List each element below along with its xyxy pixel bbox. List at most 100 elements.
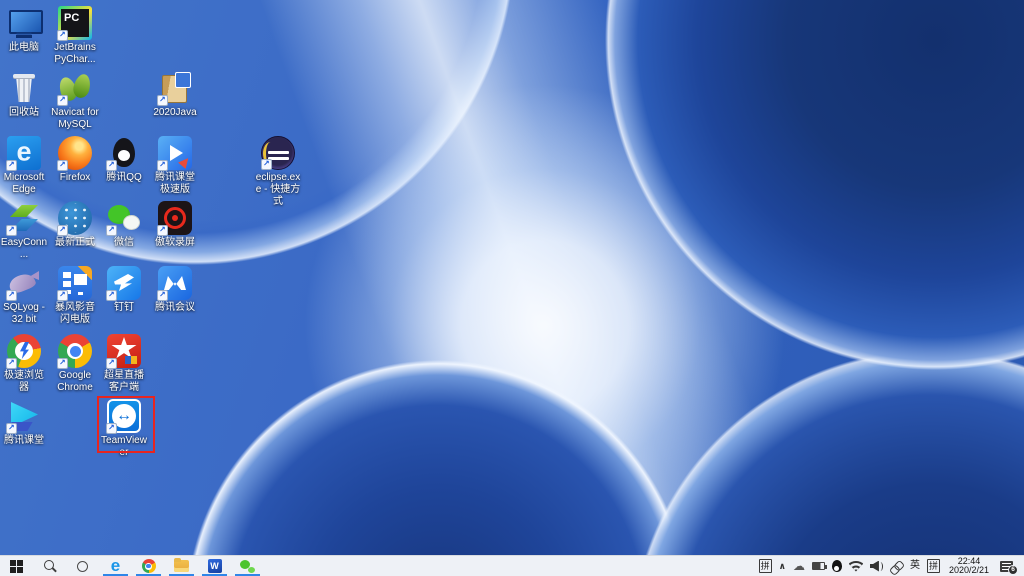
battery-icon xyxy=(812,562,825,570)
desktop-icon-label: 微信 xyxy=(114,237,134,249)
system-tray: 拼 ∧ ☁ 英 拼 22:44 2020/2/21 6 xyxy=(759,556,1024,576)
desktop-icons-layer: 此电脑 JetBrains PyChar... 回收站 Navicat for … xyxy=(0,0,1024,555)
teamviewer-link-icon xyxy=(888,557,906,575)
jisu-browser-icon xyxy=(7,334,41,368)
desktop-icon-zuixin-zhengshi[interactable]: 最新正式 xyxy=(51,201,99,249)
shortcut-arrow-overlay-icon xyxy=(106,160,117,171)
desktop-icon-this-pc[interactable]: 此电脑 xyxy=(0,6,48,54)
shortcut-arrow-overlay-icon xyxy=(261,159,272,170)
shortcut-arrow-overlay-icon xyxy=(57,30,68,41)
desktop-icon-label: 极速浏览器 xyxy=(0,370,48,394)
notification-icon: 6 xyxy=(1000,561,1013,572)
desktop-icon-sqlyog-32bit[interactable]: SQLyog - 32 bit xyxy=(0,266,48,326)
desktop-icon-tencent-meeting[interactable]: 腾讯会议 xyxy=(151,266,199,314)
tray-volume[interactable] xyxy=(870,556,884,576)
shortcut-arrow-overlay-icon xyxy=(6,423,17,434)
desktop-icon-baofeng-player[interactable]: 暴风影音闪电版 xyxy=(51,266,99,326)
desktop-icon-tencent-qq[interactable]: 腾讯QQ xyxy=(100,136,148,184)
zuixin-zhengshi-icon xyxy=(58,201,92,235)
chaoxing-live-client-icon xyxy=(107,334,141,368)
ime-english-indicator-icon: 英 xyxy=(910,560,920,572)
taskbar-word-button[interactable] xyxy=(198,556,231,576)
2020java-icon xyxy=(158,71,192,105)
tray-hidden-icons-chevron[interactable]: ∧ xyxy=(779,556,786,576)
chrome-icon xyxy=(142,559,156,573)
tray-qq-tray[interactable] xyxy=(832,556,842,576)
taskbar-search-button[interactable] xyxy=(33,556,66,576)
tray-ime-pinyin-indicator[interactable]: 拼 xyxy=(759,556,772,576)
recycle-bin-icon xyxy=(7,71,41,105)
desktop-icon-label: 超星直播客户端 xyxy=(100,370,148,394)
desktop-icon-microsoft-edge[interactable]: Microsoft Edge xyxy=(0,136,48,196)
shortcut-arrow-overlay-icon xyxy=(6,358,17,369)
desktop-icon-dingtalk[interactable]: 钉钉 xyxy=(100,266,148,314)
shortcut-arrow-overlay-icon xyxy=(57,290,68,301)
desktop-icon-google-chrome[interactable]: Google Chrome xyxy=(51,334,99,394)
shortcut-arrow-overlay-icon xyxy=(6,160,17,171)
desktop-icon-jetbrains-pycharm[interactable]: JetBrains PyChar... xyxy=(51,6,99,66)
ime-pinyin-box-icon: 拼 xyxy=(927,559,940,573)
desktop-icon-jisu-browser[interactable]: 极速浏览器 xyxy=(0,334,48,394)
network-wifi-icon xyxy=(849,561,863,572)
desktop-icon-wechat[interactable]: 微信 xyxy=(100,201,148,249)
tray-ime-pinyin-box[interactable]: 拼 xyxy=(927,556,940,576)
desktop-icon-navicat-for-mysql[interactable]: Navicat for MySQL xyxy=(51,71,99,131)
teamviewer-highlight-box xyxy=(97,396,155,453)
desktop-icon-label: 暴风影音闪电版 xyxy=(51,302,99,326)
desktop-icon-label: 傲软录屏 xyxy=(155,237,195,249)
wechat-icon xyxy=(240,560,255,573)
dingtalk-icon xyxy=(107,266,141,300)
desktop-icon-label: EasyConn... xyxy=(0,237,48,261)
microsoft-edge-icon xyxy=(7,136,41,170)
sqlyog-32bit-icon xyxy=(7,266,41,300)
tencent-ketang-speed-icon xyxy=(158,136,192,170)
navicat-for-mysql-icon xyxy=(58,71,92,105)
hidden-icons-chevron-icon: ∧ xyxy=(779,560,786,572)
ime-pinyin-indicator-icon: 拼 xyxy=(759,559,772,573)
desktop-icon-label: 回收站 xyxy=(9,107,39,119)
search-icon xyxy=(43,559,57,573)
desktop-icon-label: 此电脑 xyxy=(9,42,39,54)
taskbar-wechat-button[interactable] xyxy=(231,556,264,576)
tray-teamviewer-link[interactable] xyxy=(891,556,903,576)
desktop-icon-firefox[interactable]: Firefox xyxy=(51,136,99,184)
taskbar-start-button[interactable] xyxy=(0,556,33,576)
easyconnect-icon xyxy=(7,201,41,235)
tencent-meeting-icon xyxy=(158,266,192,300)
word-icon xyxy=(208,559,222,573)
tray-network-wifi[interactable] xyxy=(849,556,863,576)
taskbar-file-explorer-button[interactable] xyxy=(165,556,198,576)
taskbar-edge-button[interactable] xyxy=(99,556,132,576)
notification-badge: 6 xyxy=(1008,565,1018,575)
desktop-icon-label: Firefox xyxy=(60,172,91,184)
desktop-icon-label: eclipse.exe - 快捷方式 xyxy=(254,172,302,208)
firefox-icon xyxy=(58,136,92,170)
desktop-icon-recycle-bin[interactable]: 回收站 xyxy=(0,71,48,119)
desktop-icon-eclipse-shortcut[interactable]: eclipse.exe - 快捷方式 xyxy=(254,136,302,208)
desktop-icon-chaoxing-live-client[interactable]: 超星直播客户端 xyxy=(100,334,148,394)
desktop-icon-label: JetBrains PyChar... xyxy=(51,42,99,66)
taskbar-app-buttons xyxy=(0,556,264,576)
taskbar-chrome-button[interactable] xyxy=(132,556,165,576)
tray-onedrive-cloud[interactable]: ☁ xyxy=(793,556,805,576)
desktop-icon-tencent-ketang-speed[interactable]: 腾讯课堂极速版 xyxy=(151,136,199,196)
tencent-qq-icon xyxy=(107,136,141,170)
shortcut-arrow-overlay-icon xyxy=(6,290,17,301)
desktop-icon-label: 钉钉 xyxy=(114,302,134,314)
apowerrec-icon xyxy=(158,201,192,235)
action-center-button[interactable]: 6 xyxy=(998,556,1019,576)
desktop-icon-easyconnect[interactable]: EasyConn... xyxy=(0,201,48,261)
shortcut-arrow-overlay-icon xyxy=(106,358,117,369)
edge-icon xyxy=(111,558,120,574)
desktop-icon-apowerrec[interactable]: 傲软录屏 xyxy=(151,201,199,249)
tray-ime-english-indicator[interactable]: 英 xyxy=(910,556,920,576)
desktop-icon-2020java[interactable]: 2020Java xyxy=(151,71,199,119)
start-icon xyxy=(10,560,23,573)
taskbar-clock[interactable]: 22:44 2020/2/21 xyxy=(947,556,991,576)
desktop-icon-tencent-ketang[interactable]: 腾讯课堂 xyxy=(0,399,48,447)
desktop-icon-label: Google Chrome xyxy=(51,370,99,394)
tencent-ketang-icon xyxy=(7,399,41,433)
clock-date: 2020/2/21 xyxy=(949,566,989,576)
tray-battery[interactable] xyxy=(812,556,825,576)
taskbar-cortana-button[interactable] xyxy=(66,556,99,576)
